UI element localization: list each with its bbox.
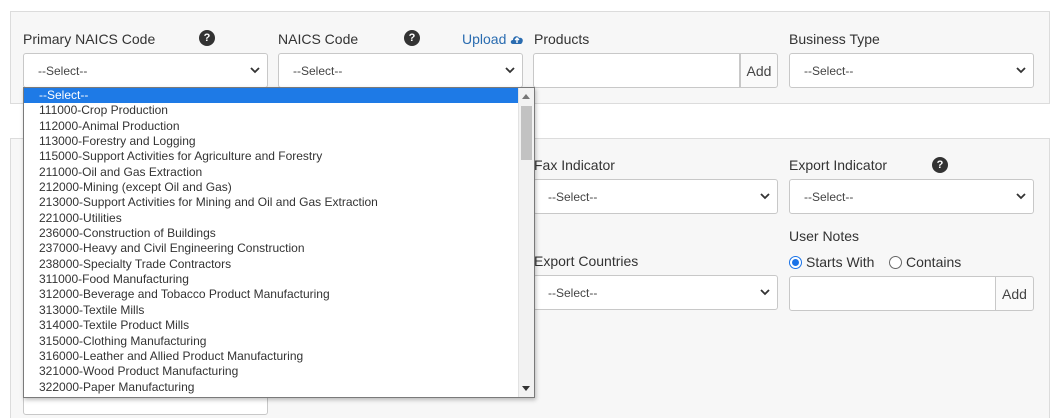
- contains-label: Contains: [906, 254, 962, 270]
- dropdown-option[interactable]: 316000-Leather and Allied Product Manufa…: [24, 349, 518, 364]
- chevron-down-icon: [505, 67, 515, 74]
- dropdown-option[interactable]: 211000-Oil and Gas Extraction: [24, 165, 518, 180]
- dropdown-option[interactable]: 115000-Support Activities for Agricultur…: [24, 149, 518, 164]
- scroll-down-icon[interactable]: [522, 386, 530, 391]
- chevron-down-icon: [760, 289, 770, 296]
- chevron-down-icon: [250, 67, 260, 74]
- export-countries-label: Export Countries: [534, 253, 639, 269]
- user-notes-add-button[interactable]: Add: [995, 276, 1034, 311]
- contains-option[interactable]: Contains: [889, 254, 961, 270]
- export-indicator-help-icon[interactable]: ?: [932, 157, 948, 173]
- export-indicator-select[interactable]: --Select--: [789, 179, 1034, 214]
- dropdown-scrollbar[interactable]: [518, 88, 534, 397]
- starts-with-radio[interactable]: [789, 255, 802, 269]
- dropdown-option[interactable]: 314000-Textile Product Mills: [24, 318, 518, 333]
- starts-with-label: Starts With: [806, 254, 875, 270]
- upload-link[interactable]: Upload: [462, 31, 525, 47]
- dropdown-options: --Select-- 111000-Crop Production 112000-A…: [24, 88, 518, 395]
- dropdown-option[interactable]: 236000-Construction of Buildings: [24, 226, 518, 241]
- upload-link-label: Upload: [462, 31, 507, 47]
- starts-with-option[interactable]: Starts With: [789, 254, 874, 270]
- business-type-select[interactable]: --Select--: [789, 53, 1034, 88]
- fax-indicator-select-value: --Select--: [548, 189, 598, 204]
- dropdown-option[interactable]: 313000-Textile Mills: [24, 303, 518, 318]
- dropdown-option[interactable]: 212000-Mining (except Oil and Gas): [24, 180, 518, 195]
- primary-naics-label: Primary NAICS Code: [23, 31, 156, 47]
- dropdown-option[interactable]: 112000-Animal Production: [24, 119, 518, 134]
- dropdown-option[interactable]: 221000-Utilities: [24, 211, 518, 226]
- primary-naics-select[interactable]: --Select--: [23, 53, 268, 88]
- naics-code-select[interactable]: --Select--: [278, 53, 523, 88]
- primary-naics-select-value: --Select--: [38, 63, 88, 78]
- dropdown-option[interactable]: 113000-Forestry and Logging: [24, 134, 518, 149]
- primary-naics-dropdown-list[interactable]: --Select-- 111000-Crop Production 112000-A…: [23, 87, 535, 398]
- dropdown-option[interactable]: 312000-Beverage and Tobacco Product Manu…: [24, 287, 518, 302]
- export-indicator-select-value: --Select--: [804, 189, 854, 204]
- primary-naics-help-icon[interactable]: ?: [199, 30, 215, 46]
- dropdown-option[interactable]: 321000-Wood Product Manufacturing: [24, 364, 518, 379]
- dropdown-option[interactable]: 322000-Paper Manufacturing: [24, 380, 518, 395]
- dropdown-option[interactable]: 311000-Food Manufacturing: [24, 272, 518, 287]
- chevron-down-icon: [1016, 193, 1026, 200]
- fax-indicator-select[interactable]: --Select--: [533, 179, 778, 214]
- naics-code-help-icon[interactable]: ?: [404, 30, 420, 46]
- business-type-select-value: --Select--: [804, 63, 854, 78]
- dropdown-option[interactable]: 213000-Support Activities for Mining and…: [24, 195, 518, 210]
- chevron-down-icon: [1016, 67, 1026, 74]
- user-notes-input[interactable]: [789, 276, 996, 311]
- products-label: Products: [534, 31, 590, 47]
- scroll-up-icon[interactable]: [522, 94, 530, 99]
- dropdown-option[interactable]: --Select--: [24, 88, 518, 104]
- export-countries-select[interactable]: --Select--: [533, 275, 778, 310]
- products-add-button[interactable]: Add: [740, 53, 778, 88]
- chevron-down-icon: [760, 193, 770, 200]
- user-notes-label: User Notes: [789, 228, 860, 244]
- business-type-label: Business Type: [789, 31, 880, 47]
- dropdown-option[interactable]: 315000-Clothing Manufacturing: [24, 334, 518, 349]
- dropdown-option[interactable]: 238000-Specialty Trade Contractors: [24, 257, 518, 272]
- products-input[interactable]: [533, 53, 740, 88]
- contains-radio[interactable]: [889, 255, 902, 269]
- dropdown-option[interactable]: 111000-Crop Production: [24, 103, 518, 118]
- fax-indicator-label: Fax Indicator: [534, 157, 615, 173]
- naics-code-label: NAICS Code: [278, 31, 359, 47]
- export-indicator-label: Export Indicator: [789, 157, 888, 173]
- export-countries-select-value: --Select--: [548, 285, 598, 300]
- dropdown-option[interactable]: 237000-Heavy and Civil Engineering Const…: [24, 241, 518, 256]
- scroll-thumb[interactable]: [521, 106, 532, 160]
- cloud-upload-icon: [511, 36, 524, 44]
- naics-code-select-value: --Select--: [293, 63, 343, 78]
